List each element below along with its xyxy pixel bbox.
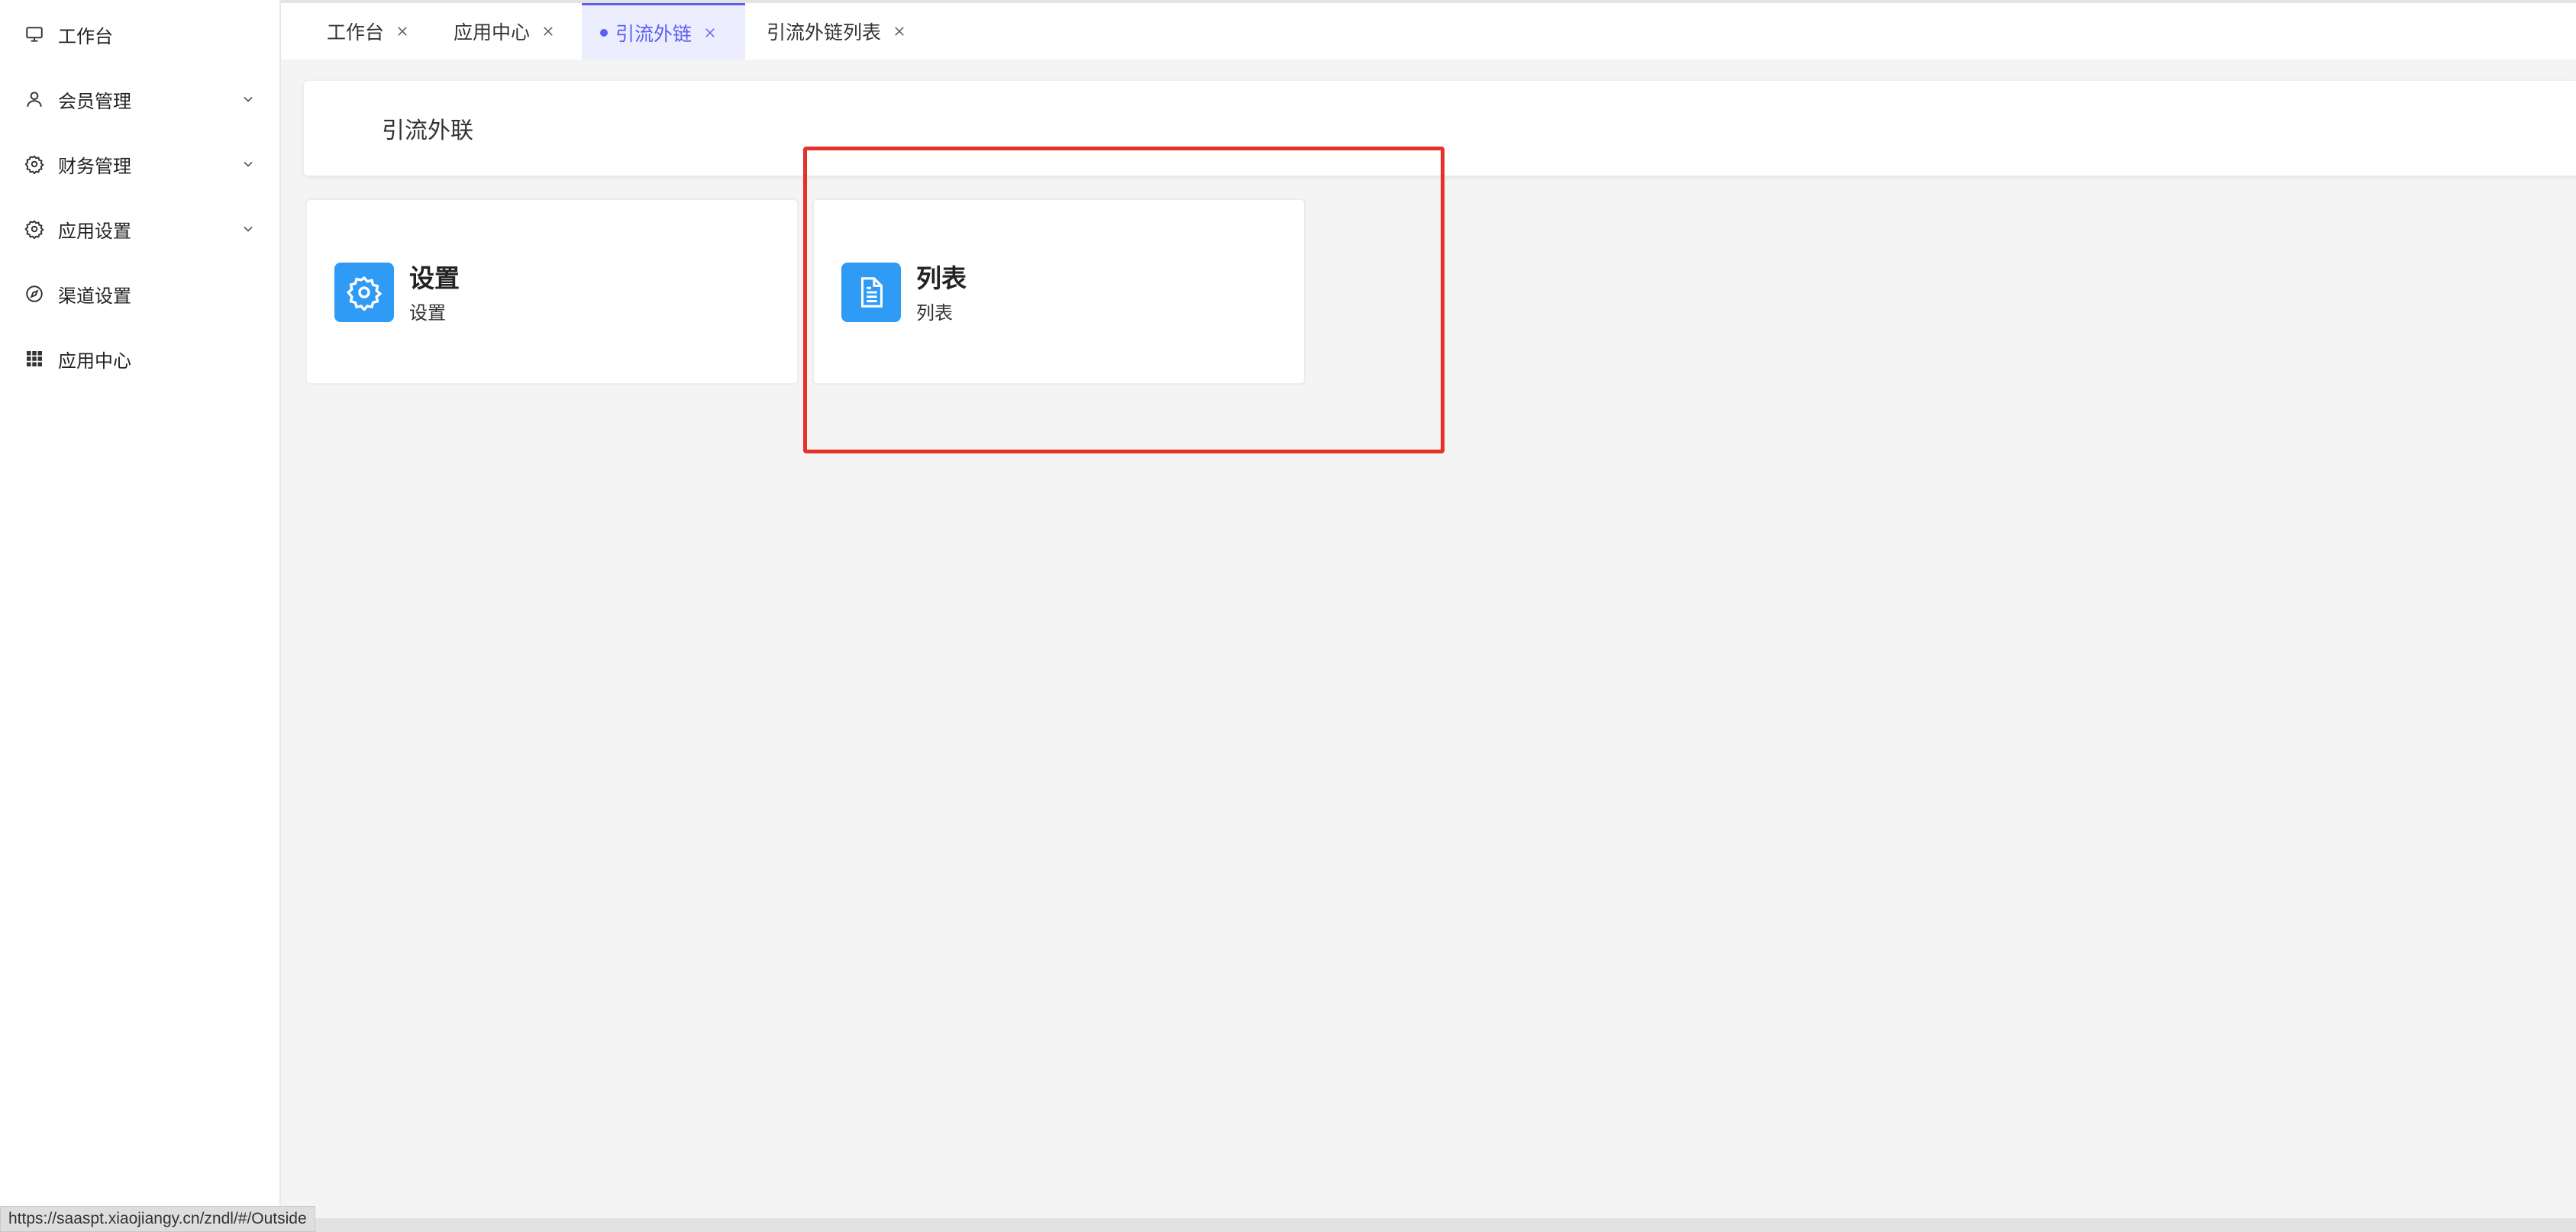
close-icon[interactable] bbox=[541, 24, 556, 39]
sidebar: 工作台 会员管理 财务管理 应用设置 渠道设置 应用中心 bbox=[0, 0, 281, 1232]
compass-icon bbox=[23, 282, 46, 305]
user-icon bbox=[23, 88, 46, 111]
tab-traffic-external-link[interactable]: 引流外链 bbox=[582, 3, 745, 60]
card-title: 列表 bbox=[916, 263, 967, 293]
gear-icon bbox=[334, 263, 394, 322]
tab-bar: 工作台 应用中心 引流外链 引流外链列表 bbox=[281, 0, 2576, 60]
chevron-down-icon bbox=[238, 89, 258, 109]
monitor-icon bbox=[23, 23, 46, 46]
sidebar-item-member-management[interactable]: 会员管理 bbox=[0, 66, 279, 132]
sidebar-item-label: 会员管理 bbox=[58, 90, 131, 112]
list-card[interactable]: 列表 列表 bbox=[812, 198, 1306, 385]
tab-traffic-external-link-list[interactable]: 引流外链列表 bbox=[767, 3, 907, 60]
close-icon[interactable] bbox=[892, 24, 907, 39]
tab-app-center[interactable]: 应用中心 bbox=[454, 3, 556, 60]
sidebar-item-workbench[interactable]: 工作台 bbox=[0, 2, 279, 67]
card-title: 设置 bbox=[409, 263, 460, 293]
card-subtitle: 设置 bbox=[409, 302, 446, 324]
sidebar-item-label: 应用设置 bbox=[58, 220, 131, 242]
active-dot-icon bbox=[600, 28, 608, 37]
sidebar-item-finance-management[interactable]: 财务管理 bbox=[0, 131, 279, 197]
gear-icon bbox=[23, 218, 46, 240]
sidebar-item-label: 财务管理 bbox=[58, 155, 131, 177]
sidebar-item-channel-settings[interactable]: 渠道设置 bbox=[0, 261, 279, 327]
page-title: 引流外联 bbox=[382, 118, 473, 144]
card-subtitle: 列表 bbox=[916, 302, 953, 324]
tab-label: 工作台 bbox=[327, 21, 385, 44]
tab-label: 引流外链列表 bbox=[767, 21, 882, 44]
tab-workbench[interactable]: 工作台 bbox=[327, 3, 410, 60]
sidebar-item-app-center[interactable]: 应用中心 bbox=[0, 326, 279, 392]
horizontal-scrollbar[interactable] bbox=[281, 1218, 2576, 1232]
sidebar-item-label: 工作台 bbox=[58, 25, 113, 47]
tab-label: 引流外链 bbox=[615, 22, 692, 45]
chevron-down-icon bbox=[238, 219, 258, 239]
tab-label: 应用中心 bbox=[454, 21, 531, 44]
sidebar-item-app-settings[interactable]: 应用设置 bbox=[0, 196, 279, 262]
close-icon[interactable] bbox=[702, 25, 718, 40]
settings-card[interactable]: 设置 设置 bbox=[305, 198, 799, 385]
gear-icon bbox=[23, 153, 46, 176]
sidebar-item-label: 渠道设置 bbox=[58, 285, 131, 307]
grid-icon bbox=[23, 347, 46, 370]
sidebar-item-label: 应用中心 bbox=[58, 350, 131, 372]
document-icon bbox=[841, 263, 901, 322]
close-icon[interactable] bbox=[395, 24, 410, 39]
page-header: 引流外联 bbox=[304, 81, 2576, 176]
status-bar-url: https://saaspt.xiaojiangy.cn/zndl/#/Outs… bbox=[0, 1206, 315, 1232]
chevron-down-icon bbox=[238, 154, 258, 174]
